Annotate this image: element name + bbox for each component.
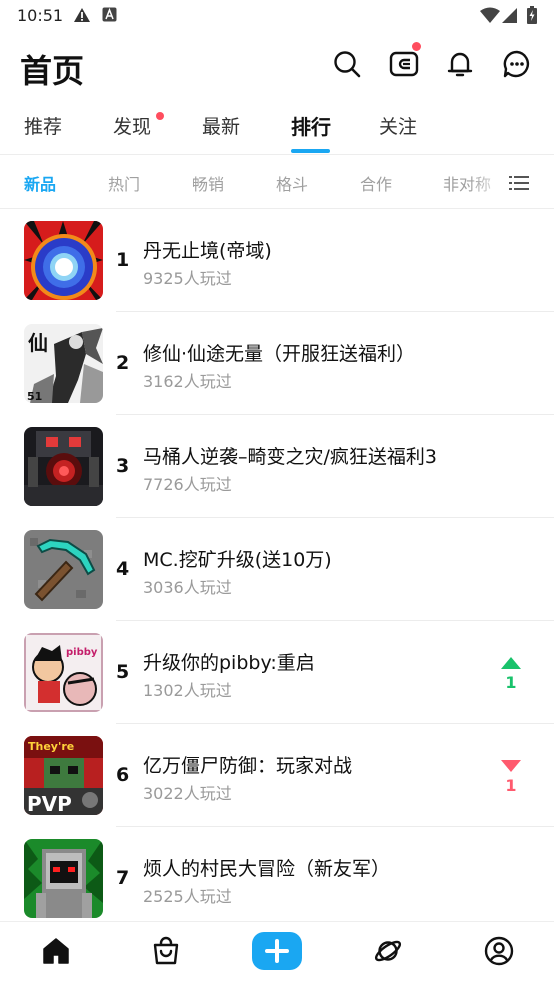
battery-icon — [527, 6, 537, 28]
thumb-text: PVP — [27, 792, 72, 815]
wifi-icon — [480, 7, 500, 27]
game-thumbnail: They're PVP — [24, 736, 103, 815]
messages-button[interactable] — [502, 49, 532, 79]
tab-recommend[interactable]: 推荐 — [24, 112, 62, 139]
a-box-icon — [102, 7, 117, 26]
shop-bag-icon — [153, 936, 179, 965]
nav-profile[interactable] — [484, 936, 514, 966]
game-title: 修仙·仙途无量（开服狂送福利） — [143, 343, 416, 365]
ranking-row[interactable]: 仙 51 2 修仙·仙途无量（开服狂送福利） 3162人玩过 — [0, 312, 554, 415]
trend-value: 1 — [505, 776, 517, 795]
tab-latest[interactable]: 最新 — [202, 112, 240, 139]
subtab-new[interactable]: 新品 — [24, 171, 56, 195]
svg-text:51: 51 — [27, 390, 42, 403]
rank-number: 7 — [116, 867, 130, 889]
game-title: 马桶人逆袭–畸变之灾/疯狂送福利3 — [143, 446, 437, 468]
thumb-text: 仙 — [28, 331, 48, 355]
play-count: 9325人玩过 — [143, 269, 232, 288]
game-title: 亿万僵尸防御：玩家对战 — [143, 755, 353, 777]
rank-number: 5 — [116, 661, 130, 683]
rank-number: 2 — [116, 352, 130, 374]
game-title: 丹无止境(帝域) — [143, 240, 272, 262]
subtab-fighting[interactable]: 格斗 — [276, 171, 308, 195]
nav-shop[interactable] — [151, 936, 181, 966]
subtab-bestseller[interactable]: 畅销 — [192, 171, 224, 195]
rank-number: 4 — [116, 558, 130, 580]
bottom-nav — [0, 921, 554, 985]
trend-value: 1 — [505, 673, 517, 692]
ranking-row[interactable]: 1 丹无止境(帝域) 9325人玩过 — [0, 209, 554, 312]
alert-icon — [73, 7, 91, 27]
nav-home[interactable] — [41, 936, 71, 966]
play-count: 3036人玩过 — [143, 578, 232, 597]
rank-number: 1 — [116, 249, 130, 271]
ranking-row[interactable]: 7 烦人的村民大冒险（新友军） 2525人玩过 — [0, 827, 554, 921]
search-icon — [334, 51, 361, 78]
thumb-text: They're — [28, 740, 74, 753]
rank-trend-up: 1 — [500, 657, 522, 692]
play-count: 7726人玩过 — [143, 475, 232, 494]
rank-trend-down: 1 — [500, 760, 522, 795]
notifications-button[interactable] — [445, 49, 475, 79]
game-title: 烦人的村民大冒险（新友军） — [143, 858, 391, 880]
play-count: 2525人玩过 — [143, 887, 232, 906]
game-thumbnail: pibby — [24, 633, 103, 712]
chat-icon — [503, 50, 530, 78]
page-title: 首页 — [20, 52, 85, 90]
main-tabs: 推荐 发现 最新 排行 关注 — [0, 104, 554, 154]
rank-number: 6 — [116, 764, 130, 786]
add-icon — [265, 939, 289, 963]
ranking-row[interactable]: pibby 5 升级你的pibby:重启 1302人玩过 1 — [0, 621, 554, 724]
game-thumbnail: 仙 51 — [24, 324, 103, 403]
header: 首页 — [0, 30, 554, 100]
planet-icon — [374, 940, 402, 962]
play-count: 1302人玩过 — [143, 681, 232, 700]
ranking-row[interactable]: 4 MC.挖矿升级(送10万) 3036人玩过 — [0, 518, 554, 621]
profile-icon — [484, 936, 514, 966]
game-title: MC.挖矿升级(送10万) — [143, 549, 332, 571]
wallet-button[interactable] — [389, 42, 421, 79]
game-thumbnail — [24, 221, 103, 300]
nav-planet[interactable] — [373, 936, 403, 966]
discover-notification-dot — [156, 112, 164, 120]
rank-number: 3 — [116, 455, 130, 477]
tab-following[interactable]: 关注 — [379, 112, 417, 139]
play-count: 3022人玩过 — [143, 784, 232, 803]
game-thumbnail — [24, 530, 103, 609]
subtab-cooperation[interactable]: 合作 — [360, 171, 392, 195]
ranking-list: 1 丹无止境(帝域) 9325人玩过 仙 51 2 修仙·仙途无量（开服狂送福利… — [0, 209, 554, 921]
tab-ranking[interactable]: 排行 — [291, 111, 331, 140]
active-tab-indicator — [291, 149, 330, 153]
status-time: 10:51 — [17, 6, 64, 25]
search-button[interactable] — [332, 49, 362, 79]
tab-discover[interactable]: 发现 — [113, 112, 151, 139]
wallet-notification-dot — [412, 42, 421, 51]
signal-icon — [502, 7, 518, 27]
home-icon — [43, 938, 69, 964]
bell-icon — [447, 52, 473, 77]
status-bar: 10:51 — [0, 0, 554, 30]
ranking-row[interactable]: 3 马桶人逆袭–畸变之灾/疯狂送福利3 7726人玩过 — [0, 415, 554, 518]
subtab-hot[interactable]: 热门 — [108, 171, 140, 195]
nav-add-button[interactable] — [252, 932, 302, 970]
play-count: 3162人玩过 — [143, 372, 232, 391]
ranking-row[interactable]: They're PVP 6 亿万僵尸防御：玩家对战 3022人玩过 1 — [0, 724, 554, 827]
triangle-up-icon — [501, 657, 521, 669]
list-menu-icon[interactable] — [509, 174, 529, 192]
game-thumbnail — [24, 427, 103, 506]
wallet-icon — [389, 51, 419, 77]
sub-tabs: 新品 热门 畅销 格斗 合作 非对称 — [0, 155, 554, 209]
triangle-down-icon — [501, 760, 521, 772]
thumb-text: pibby — [66, 647, 98, 658]
game-thumbnail — [24, 839, 103, 918]
game-title: 升级你的pibby:重启 — [143, 652, 315, 674]
